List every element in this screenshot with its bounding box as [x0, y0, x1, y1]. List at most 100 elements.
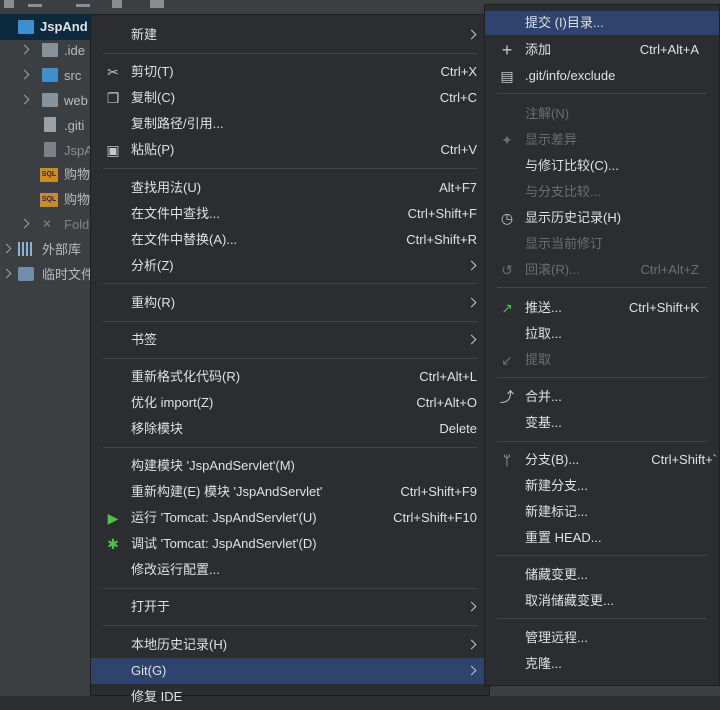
git-file-icon: ▤ [500, 68, 514, 84]
menu-item-analyze[interactable]: 分析(Z) [91, 253, 489, 279]
menu-item-shortcut: Ctrl+Alt+L [419, 369, 477, 384]
git-submenu: 提交 (I)目录... + 添加 Ctrl+Alt+A ▤ .git/info/… [484, 4, 720, 686]
scissors-icon: ✂ [107, 64, 119, 80]
menu-item-git[interactable]: Git(G) [91, 658, 489, 684]
chevron-right-icon [466, 601, 477, 612]
tree-item-web[interactable]: web [0, 88, 90, 113]
menu-item-label: 显示差异 [525, 132, 578, 147]
tree-item-idea[interactable]: .ide [0, 38, 90, 63]
menu-item-label: 推送... [525, 300, 562, 315]
menu-item-label: 拉取... [525, 326, 562, 341]
collapse-all-icon[interactable] [76, 4, 90, 7]
menu-separator [103, 283, 477, 284]
git-item-add[interactable]: + 添加 Ctrl+Alt+A [485, 37, 719, 63]
tree-item-sql-2[interactable]: SQL 购物 [0, 187, 90, 212]
menu-item-label: 变基... [525, 415, 562, 430]
git-item-rollback[interactable]: ↺ 回滚(R)... Ctrl+Alt+Z [485, 257, 719, 283]
menu-item-label: 与修订比较(C)... [525, 158, 619, 173]
tree-item-sql-1[interactable]: SQL 购物 [0, 162, 90, 187]
tree-root-row[interactable]: JspAnd [0, 14, 100, 40]
tree-item-src[interactable]: src [0, 63, 90, 88]
git-item-unstash[interactable]: 取消储藏变更... [485, 588, 719, 614]
git-item-merge[interactable]: ⤴ 合并... [485, 384, 719, 410]
menu-item-copy-path[interactable]: 复制路径/引用... [91, 111, 489, 137]
git-item-compare-revision[interactable]: 与修订比较(C)... [485, 153, 719, 179]
git-item-commit-directory[interactable]: 提交 (I)目录... [485, 11, 719, 35]
menu-item-rebuild-module[interactable]: 重新构建(E) 模块 'JspAndServlet' Ctrl+Shift+F9 [91, 479, 489, 505]
merge-icon: ⤴ [500, 389, 514, 405]
git-item-exclude[interactable]: ▤ .git/info/exclude [485, 63, 719, 89]
menu-item-build-module[interactable]: 构建模块 'JspAndServlet'(M) [91, 453, 489, 479]
chevron-right-icon [466, 29, 477, 40]
menu-item-open-in[interactable]: 打开于 [91, 594, 489, 620]
menu-item-find-in-files[interactable]: 在文件中查找... Ctrl+Shift+F [91, 201, 489, 227]
menu-item-run-tomcat[interactable]: ▶ 运行 'Tomcat: JspAndServlet'(U) Ctrl+Shi… [91, 505, 489, 531]
menu-item-find-usages[interactable]: 查找用法(U) Alt+F7 [91, 175, 489, 201]
menu-item-debug-tomcat[interactable]: ✱ 调试 'Tomcat: JspAndServlet'(D) [91, 531, 489, 557]
tree-item-gitignore[interactable]: .giti [0, 113, 90, 138]
fetch-icon: ↙ [501, 352, 513, 368]
tree-item-fold[interactable]: ✕ Fold [0, 212, 90, 237]
git-item-compare-branch[interactable]: 与分支比较... [485, 179, 719, 205]
debug-icon: ✱ [107, 536, 119, 552]
menu-item-shortcut: Ctrl+Shift+F10 [393, 510, 477, 525]
tree-item-label: 临时文件 [42, 267, 95, 282]
folder-icon [42, 43, 58, 57]
tree-item-iml[interactable]: JspA [0, 138, 93, 163]
tree-item-label: JspA [64, 143, 93, 158]
menu-item-new[interactable]: 新建 [91, 22, 489, 48]
tree-item-label: .ide [64, 43, 85, 58]
chevron-right-icon [466, 665, 477, 676]
menu-item-shortcut: Alt+F7 [439, 180, 477, 195]
menu-item-optimize-imports[interactable]: 优化 import(Z) Ctrl+Alt+O [91, 390, 489, 416]
git-item-clone[interactable]: 克隆... [485, 651, 719, 677]
menu-item-bookmarks[interactable]: 书签 [91, 327, 489, 353]
menu-item-copy[interactable]: ❐ 复制(C) Ctrl+C [91, 85, 489, 111]
paste-icon: ▣ [106, 142, 120, 158]
tree-item-external-libraries[interactable]: 外部库 [0, 237, 90, 262]
menu-separator [103, 53, 477, 54]
library-icon [18, 242, 34, 256]
menu-item-label: .git/info/exclude [525, 68, 616, 83]
git-item-pull[interactable]: 拉取... [485, 321, 719, 347]
git-item-stash[interactable]: 储藏变更... [485, 562, 719, 588]
more-options-icon[interactable] [28, 4, 42, 7]
git-item-reset-head[interactable]: 重置 HEAD... [485, 525, 719, 551]
expand-icon[interactable] [112, 0, 122, 8]
menu-item-replace-in-files[interactable]: 在文件中替换(A)... Ctrl+Shift+R [91, 227, 489, 253]
tree-item-label: web [64, 93, 88, 108]
menu-item-reformat-code[interactable]: 重新格式化代码(R) Ctrl+Alt+L [91, 364, 489, 390]
menu-item-cut[interactable]: ✂ 剪切(T) Ctrl+X [91, 59, 489, 85]
git-item-new-branch[interactable]: 新建分支... [485, 473, 719, 499]
menu-item-local-history[interactable]: 本地历史记录(H) [91, 632, 489, 658]
folder-blue-icon [42, 68, 58, 82]
menu-item-shortcut: Ctrl+C [439, 90, 477, 105]
menu-separator [103, 358, 477, 359]
git-item-branches[interactable]: ᛘ 分支(B)... Ctrl+Shift+` [485, 447, 719, 473]
git-item-show-current-revision[interactable]: 显示当前修订 [485, 231, 719, 257]
tree-item-label: 购物 [64, 167, 91, 182]
menu-item-label: 克隆... [525, 656, 562, 671]
git-item-show-history[interactable]: ◷ 显示历史记录(H) [485, 205, 719, 231]
select-opened-file-icon[interactable] [4, 0, 14, 8]
settings-icon[interactable] [150, 0, 164, 8]
tree-item-scratches[interactable]: 临时文件 [0, 262, 94, 287]
git-item-push[interactable]: ↗ 推送... Ctrl+Shift+K [485, 295, 719, 321]
git-item-rebase[interactable]: 变基... [485, 410, 719, 436]
menu-item-remove-module[interactable]: 移除模块 Delete [91, 416, 489, 442]
menu-item-edit-run-config[interactable]: 修改运行配置... [91, 557, 489, 583]
menu-item-label: 管理远程... [525, 630, 588, 645]
menu-item-paste[interactable]: ▣ 粘贴(P) Ctrl+V [91, 137, 489, 163]
menu-separator [497, 618, 707, 619]
menu-item-label: 提交 (I)目录... [525, 15, 604, 30]
menu-item-repair-ide[interactable]: 修复 IDE [91, 684, 489, 710]
menu-item-label: 在文件中查找... [131, 206, 220, 221]
menu-separator [103, 625, 477, 626]
git-item-show-diff[interactable]: ✦ 显示差异 [485, 127, 719, 153]
menu-separator [103, 321, 477, 322]
menu-item-refactor[interactable]: 重构(R) [91, 290, 489, 316]
git-item-annotate[interactable]: 注解(N) [485, 101, 719, 127]
git-item-manage-remotes[interactable]: 管理远程... [485, 625, 719, 651]
git-item-new-tag[interactable]: 新建标记... [485, 499, 719, 525]
git-item-fetch[interactable]: ↙ 提取 [485, 347, 719, 373]
